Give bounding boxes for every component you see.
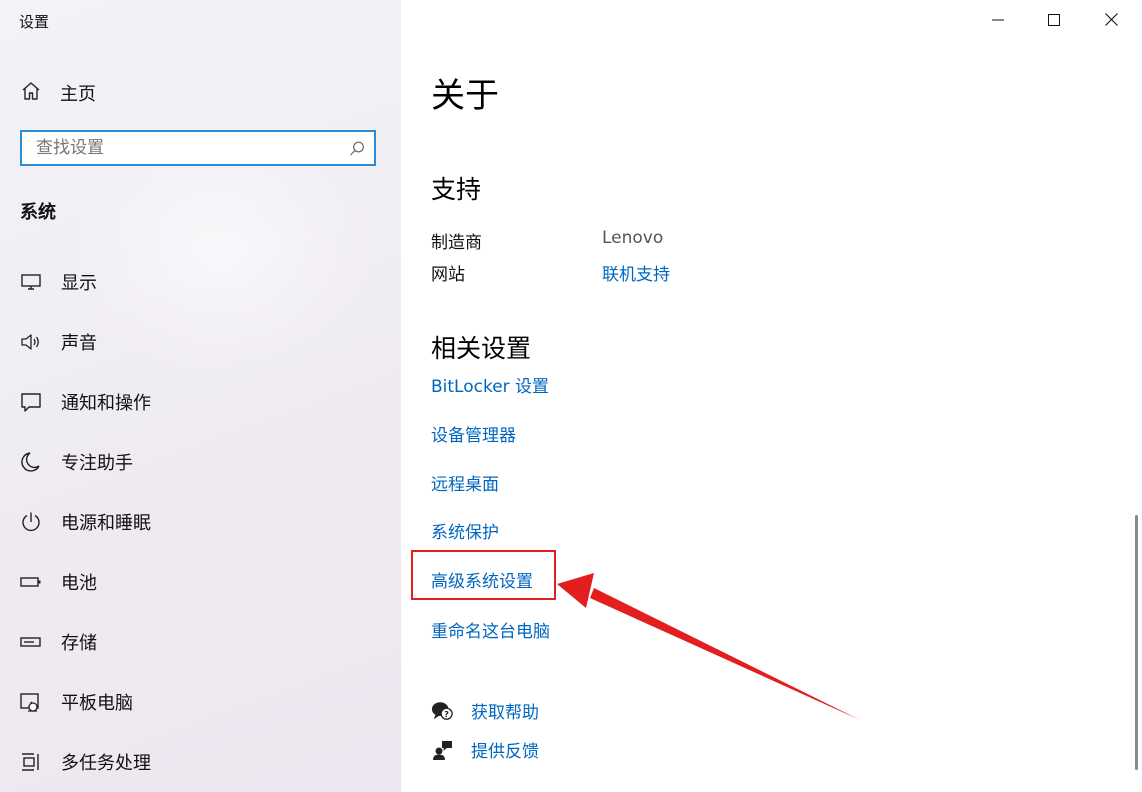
support-heading: 支持 bbox=[431, 175, 482, 204]
sidebar-item-label: 平板电脑 bbox=[61, 693, 133, 714]
sidebar-item-display[interactable]: 显示 bbox=[0, 252, 401, 312]
sidebar-item-label: 电源和睡眠 bbox=[61, 513, 151, 534]
sidebar-item-label: 电池 bbox=[61, 573, 97, 594]
online-support-link[interactable]: 联机支持 bbox=[602, 260, 670, 285]
sidebar-item-label: 存储 bbox=[61, 633, 97, 654]
sidebar-item-home[interactable]: 主页 bbox=[20, 78, 96, 108]
scrollbar-thumb[interactable] bbox=[1135, 515, 1138, 770]
search-input[interactable] bbox=[22, 132, 356, 164]
tablet-icon bbox=[20, 691, 42, 713]
annotation-highlight-box bbox=[411, 550, 556, 600]
search-box bbox=[20, 130, 376, 166]
system-protection-link[interactable]: 系统保护 bbox=[431, 518, 499, 543]
main-content: 关于 支持 制造商 Lenovo 网站 联机支持 相关设置 BitLocker … bbox=[401, 0, 1142, 792]
sidebar-item-label: 多任务处理 bbox=[61, 753, 151, 774]
feedback-icon bbox=[431, 739, 453, 761]
manufacturer-label: 制造商 bbox=[431, 233, 482, 253]
sidebar-item-label: 显示 bbox=[61, 273, 97, 294]
sidebar-item-sound[interactable]: 声音 bbox=[0, 312, 401, 372]
section-label-system: 系统 bbox=[20, 202, 56, 223]
remote-desktop-link[interactable]: 远程桌面 bbox=[431, 470, 499, 495]
get-help-label: 获取帮助 bbox=[471, 703, 539, 723]
sidebar-item-notifications[interactable]: 通知和操作 bbox=[0, 372, 401, 432]
sidebar-item-label: 声音 bbox=[61, 333, 97, 354]
sidebar-item-label: 主页 bbox=[60, 84, 96, 105]
device-manager-link[interactable]: 设备管理器 bbox=[431, 421, 516, 446]
speaker-icon bbox=[20, 331, 42, 353]
sidebar-item-multitasking[interactable]: 多任务处理 bbox=[0, 732, 401, 792]
home-icon bbox=[20, 80, 42, 106]
power-icon bbox=[20, 511, 42, 533]
feedback-label: 提供反馈 bbox=[471, 742, 539, 762]
search-icon[interactable] bbox=[348, 140, 366, 162]
feedback-link[interactable]: 提供反馈 bbox=[431, 737, 539, 762]
sidebar-item-focus-assist[interactable]: 专注助手 bbox=[0, 432, 401, 492]
help-chat-icon: ? bbox=[431, 700, 453, 722]
get-help-link[interactable]: ? 获取帮助 bbox=[431, 698, 539, 723]
moon-icon bbox=[20, 451, 42, 473]
related-settings-heading: 相关设置 bbox=[431, 334, 532, 363]
website-label: 网站 bbox=[431, 265, 465, 285]
sidebar: 设置 主页 系统 显示 声音 通知和操作 bbox=[0, 0, 401, 792]
sidebar-nav: 显示 声音 通知和操作 专注助手 电源和睡眠 电池 存储 平板电脑 多任务处理 bbox=[0, 252, 401, 792]
multitask-icon bbox=[20, 751, 42, 773]
sidebar-item-label: 通知和操作 bbox=[61, 393, 151, 414]
sidebar-item-battery[interactable]: 电池 bbox=[0, 552, 401, 612]
battery-icon bbox=[20, 571, 42, 593]
monitor-icon bbox=[20, 271, 42, 293]
sidebar-item-storage[interactable]: 存储 bbox=[0, 612, 401, 672]
storage-icon bbox=[20, 631, 42, 653]
bitlocker-settings-link[interactable]: BitLocker 设置 bbox=[431, 372, 549, 397]
svg-text:?: ? bbox=[444, 708, 449, 718]
page-title: 关于 bbox=[431, 76, 499, 116]
sidebar-item-label: 专注助手 bbox=[61, 453, 133, 474]
sidebar-item-tablet[interactable]: 平板电脑 bbox=[0, 672, 401, 732]
manufacturer-value: Lenovo bbox=[602, 228, 664, 248]
rename-pc-link[interactable]: 重命名这台电脑 bbox=[431, 617, 550, 642]
sidebar-item-power-sleep[interactable]: 电源和睡眠 bbox=[0, 492, 401, 552]
notification-icon bbox=[20, 391, 42, 413]
app-title: 设置 bbox=[19, 13, 50, 31]
